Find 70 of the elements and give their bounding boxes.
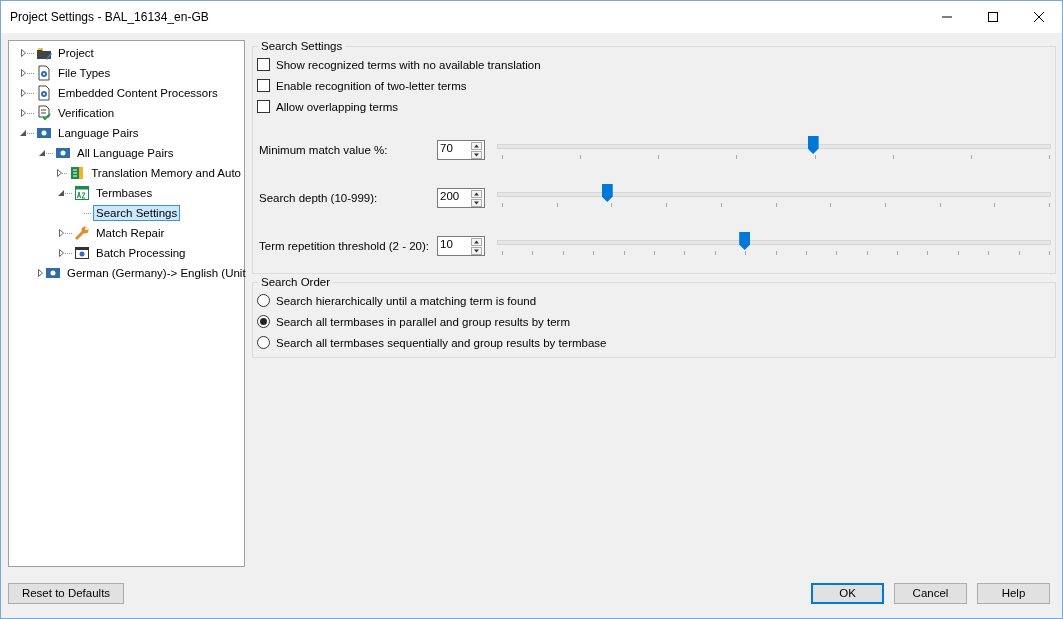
up-arrow-icon[interactable] — [471, 189, 482, 198]
expand-icon[interactable] — [20, 69, 26, 77]
group-title: Search Order — [260, 276, 332, 288]
tree-item[interactable]: Embedded Content Processors — [55, 85, 221, 101]
tree-item[interactable]: File Types — [55, 65, 114, 81]
collapse-icon[interactable] — [19, 129, 27, 137]
radio-button[interactable] — [257, 315, 270, 328]
number-spinner[interactable]: 200 — [437, 188, 485, 208]
expand-icon[interactable] — [58, 229, 64, 237]
radio-label: Search all termbases in parallel and group results by term — [276, 315, 571, 328]
expand-icon[interactable] — [38, 269, 43, 277]
close-icon[interactable] — [1034, 12, 1044, 22]
expand-icon[interactable] — [20, 109, 26, 117]
checkbox-label: Show recognized terms with no available translation — [276, 58, 541, 71]
termbase-icon — [74, 185, 90, 201]
expand-icon[interactable] — [20, 89, 26, 97]
help-button[interactable]: Help — [977, 582, 1050, 604]
tree-item[interactable]: Language Pairs — [55, 125, 142, 141]
field-label: Search depth (10-999): — [258, 192, 379, 204]
translation-memory-icon — [69, 165, 86, 181]
tree-item[interactable]: Batch Processing — [93, 245, 189, 261]
tree-item[interactable]: Project — [55, 45, 97, 61]
field-label: Term repetition threshold (2 - 20): — [258, 240, 431, 252]
slider-thumb[interactable] — [807, 136, 819, 154]
down-arrow-icon[interactable] — [471, 150, 482, 159]
down-arrow-icon[interactable] — [471, 198, 482, 207]
checkbox[interactable] — [257, 79, 270, 92]
language-pair-icon — [45, 265, 61, 281]
maximize-icon[interactable] — [988, 12, 998, 22]
checkbox-label: Enable recognition of two-letter terms — [276, 79, 467, 92]
ok-button[interactable]: OK — [811, 582, 884, 604]
checkbox-label: Allow overlapping terms — [276, 100, 399, 113]
field-label: Minimum match value %: — [258, 144, 389, 156]
collapse-icon[interactable] — [38, 149, 46, 157]
checked-document-icon — [36, 105, 52, 121]
checkbox[interactable] — [257, 58, 270, 71]
tree-item[interactable]: Termbases — [93, 185, 156, 201]
checkbox[interactable] — [257, 100, 270, 113]
gear-document-icon — [36, 85, 52, 101]
gear-document-icon — [36, 65, 52, 81]
up-arrow-icon[interactable] — [471, 237, 482, 246]
number-spinner[interactable]: 10 — [437, 236, 485, 256]
window-title: Project Settings - BAL_16134_en-GB — [10, 10, 210, 24]
slider-thumb[interactable] — [739, 232, 751, 250]
tree-item[interactable]: Verification — [55, 105, 118, 121]
down-arrow-icon[interactable] — [471, 246, 482, 255]
tree-item[interactable]: Translation Memory and Auto — [88, 165, 244, 181]
folder-pen-icon — [36, 45, 52, 61]
collapse-icon[interactable] — [57, 189, 65, 197]
expand-icon[interactable] — [58, 249, 64, 257]
radio-label: Search hierarchically until a matching term is found — [276, 294, 537, 307]
expand-icon[interactable] — [57, 169, 63, 177]
tree-item[interactable]: Search Settings — [93, 205, 181, 221]
tree-item[interactable]: Match Repair — [93, 225, 168, 241]
radio-label: Search all termbases sequentially and group results by termbase — [276, 336, 607, 349]
language-pair-icon — [36, 125, 52, 141]
group-title: Search Settings — [260, 40, 344, 52]
reset-to-defaults-button[interactable]: Reset to Defaults — [8, 582, 124, 604]
up-arrow-icon[interactable] — [471, 141, 482, 150]
slider-thumb[interactable] — [601, 184, 613, 202]
radio-button[interactable] — [257, 294, 270, 307]
wrench-icon — [74, 225, 90, 241]
tree-item[interactable]: All Language Pairs — [74, 145, 177, 161]
gear-window-icon — [74, 245, 90, 261]
expand-icon[interactable] — [20, 49, 26, 57]
number-spinner[interactable]: 70 — [437, 140, 485, 160]
cancel-button[interactable]: Cancel — [894, 582, 967, 604]
language-pair-icon — [55, 145, 71, 161]
radio-button[interactable] — [257, 336, 270, 349]
tree-item[interactable]: German (Germany)-> English (Unit — [64, 265, 249, 281]
